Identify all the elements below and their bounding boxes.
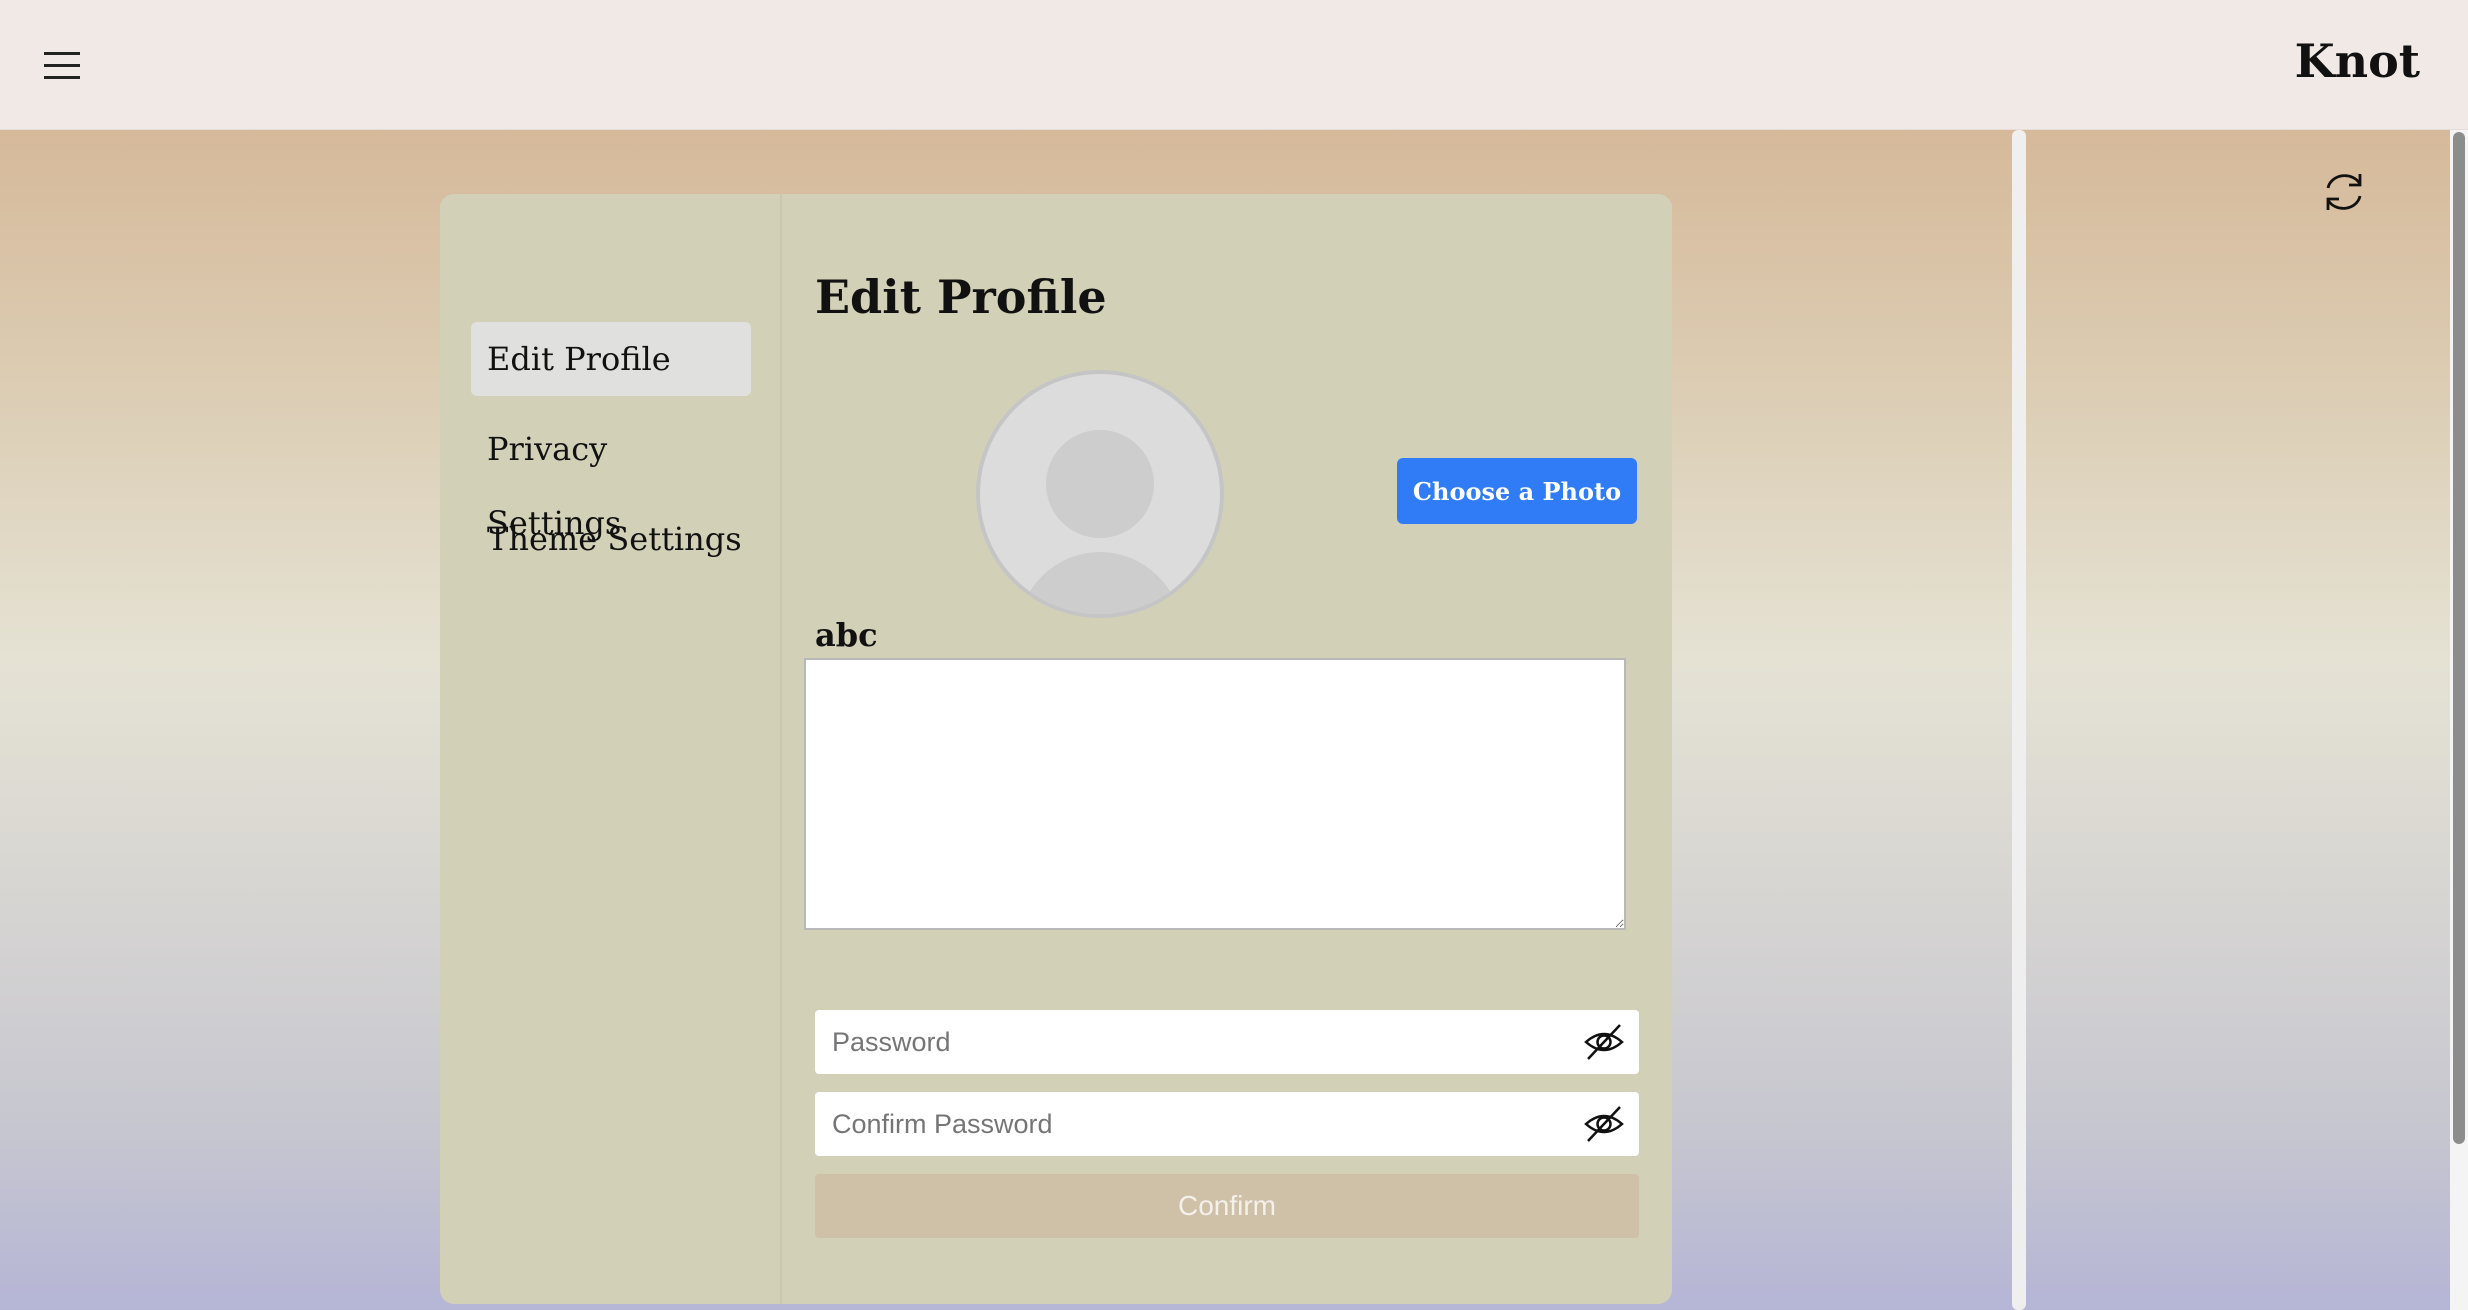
password-field — [815, 1010, 1639, 1074]
avatar-head — [1046, 430, 1154, 538]
eye-slash-icon[interactable] — [1583, 1022, 1625, 1062]
brand-logo[interactable]: Knot — [2295, 34, 2420, 88]
bio-textarea[interactable] — [804, 658, 1626, 930]
sidebar-item-theme-settings[interactable]: Theme Settings — [471, 502, 751, 576]
settings-card: Edit Profile Privacy Settings Theme Sett… — [440, 194, 1672, 1304]
password-input[interactable] — [815, 1010, 1555, 1074]
sidebar-item-privacy-settings[interactable]: Privacy Settings — [471, 412, 751, 542]
avatar-body — [1018, 552, 1182, 614]
page-title: Edit Profile — [815, 270, 1107, 324]
settings-sidebar: Edit Profile Privacy Settings Theme Sett… — [440, 194, 782, 1304]
page-scrollbar[interactable] — [2450, 130, 2468, 1310]
top-bar: Knot — [0, 0, 2468, 130]
eye-slash-icon[interactable] — [1583, 1104, 1625, 1144]
page-background: Edit Profile Privacy Settings Theme Sett… — [0, 130, 2468, 1310]
confirm-button[interactable]: Confirm — [815, 1174, 1639, 1238]
refresh-icon[interactable] — [2318, 166, 2370, 218]
sidebar-item-edit-profile[interactable]: Edit Profile — [471, 322, 751, 396]
avatar — [976, 370, 1224, 618]
choose-photo-button[interactable]: Choose a Photo — [1397, 458, 1637, 524]
divider-scrollbar[interactable] — [2012, 130, 2026, 1310]
scrollbar-thumb[interactable] — [2453, 132, 2465, 1144]
edit-profile-panel: Edit Profile Choose a Photo abc Confirm — [782, 194, 1672, 1304]
username-label: abc — [815, 616, 878, 654]
hamburger-icon[interactable] — [44, 52, 80, 80]
confirm-password-input[interactable] — [815, 1092, 1555, 1156]
confirm-password-field — [815, 1092, 1639, 1156]
